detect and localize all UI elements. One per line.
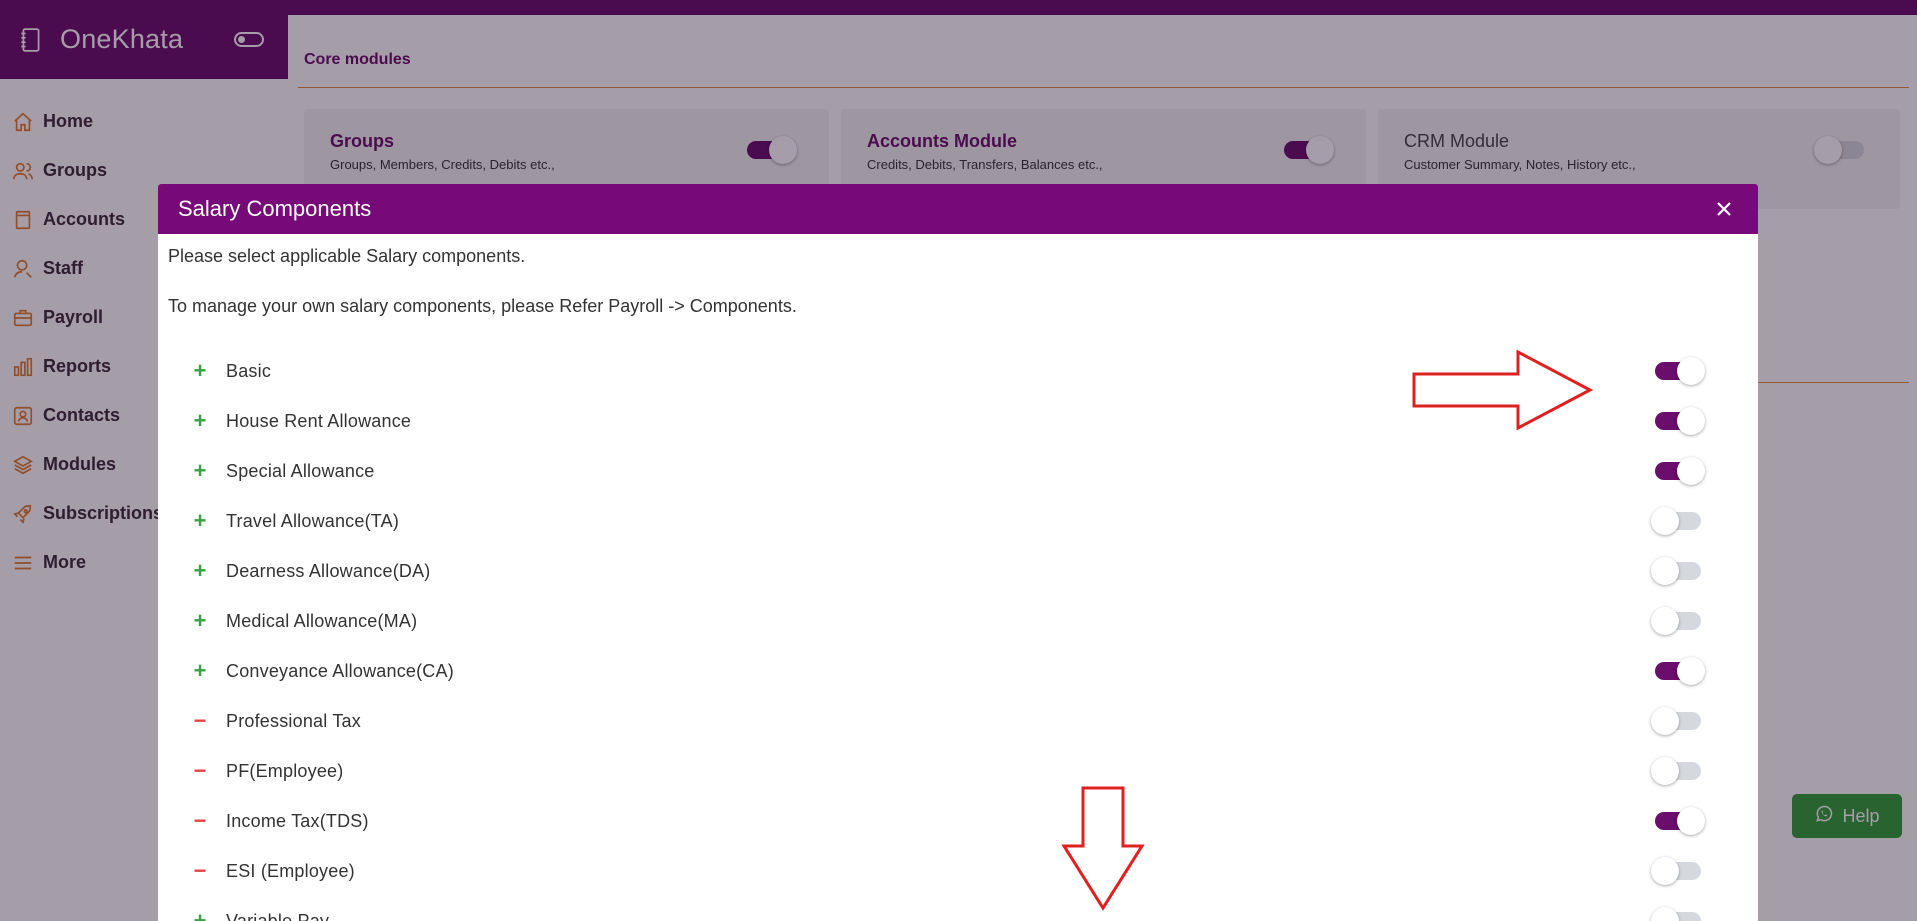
component-label: Variable Pay [226,910,330,921]
annotation-arrow-down-icon [1061,786,1145,911]
component-toggle[interactable] [1651,857,1703,885]
component-toggle[interactable] [1651,557,1703,585]
plus-icon: + [193,608,207,633]
plus-icon: + [193,508,207,533]
component-toggle[interactable] [1651,657,1705,685]
plus-icon: + [193,458,207,483]
component-toggle[interactable] [1651,507,1703,535]
component-row: + Travel Allowance(TA) [158,496,1758,546]
annotation-arrow-right-icon [1412,349,1594,431]
component-label: House Rent Allowance [226,410,412,431]
plus-icon: + [193,658,207,683]
salary-components-dialog: Salary Components Please select applicab… [158,184,1758,921]
minus-icon: − [193,758,207,783]
component-row: − Income Tax(TDS) [158,796,1758,846]
component-toggle[interactable] [1651,807,1705,835]
component-row: − Professional Tax [158,696,1758,746]
component-toggle[interactable] [1651,457,1705,485]
component-toggle[interactable] [1651,407,1705,435]
component-toggle[interactable] [1651,757,1703,785]
component-list: + Basic + House Rent Allowance + Special Allo… [158,346,1758,921]
component-toggle[interactable] [1651,607,1703,635]
dialog-hint: To manage your own salary components, pl… [168,296,797,316]
component-row: + Conveyance Allowance(CA) [158,646,1758,696]
component-row: − PF(Employee) [158,746,1758,796]
dialog-instructions: Please select applicable Salary componen… [168,246,526,266]
plus-icon: + [193,408,207,433]
component-toggle[interactable] [1651,357,1705,385]
component-label: Basic [226,360,272,381]
component-row: + Variable Pay [158,896,1758,921]
close-icon[interactable] [1710,195,1738,223]
component-label: Special Allowance [226,460,375,481]
dialog-title: Salary Components [178,196,372,221]
component-label: ESI (Employee) [226,860,355,881]
component-row: + Special Allowance [158,446,1758,496]
component-label: Travel Allowance(TA) [226,510,400,531]
component-label: PF(Employee) [226,760,344,781]
plus-icon: + [193,358,207,383]
minus-icon: − [193,708,207,733]
component-row: + Dearness Allowance(DA) [158,546,1758,596]
component-label: Professional Tax [226,710,361,731]
component-label: Dearness Allowance(DA) [226,560,431,581]
plus-icon: + [193,908,207,921]
component-row: + Medical Allowance(MA) [158,596,1758,646]
component-toggle[interactable] [1651,707,1703,735]
dialog-header: Salary Components [158,184,1758,234]
component-row: − ESI (Employee) [158,846,1758,896]
minus-icon: − [193,858,207,883]
component-label: Income Tax(TDS) [226,810,369,831]
component-label: Medical Allowance(MA) [226,610,418,631]
component-label: Conveyance Allowance(CA) [226,660,454,681]
plus-icon: + [193,558,207,583]
component-toggle[interactable] [1651,907,1703,921]
minus-icon: − [193,808,207,833]
